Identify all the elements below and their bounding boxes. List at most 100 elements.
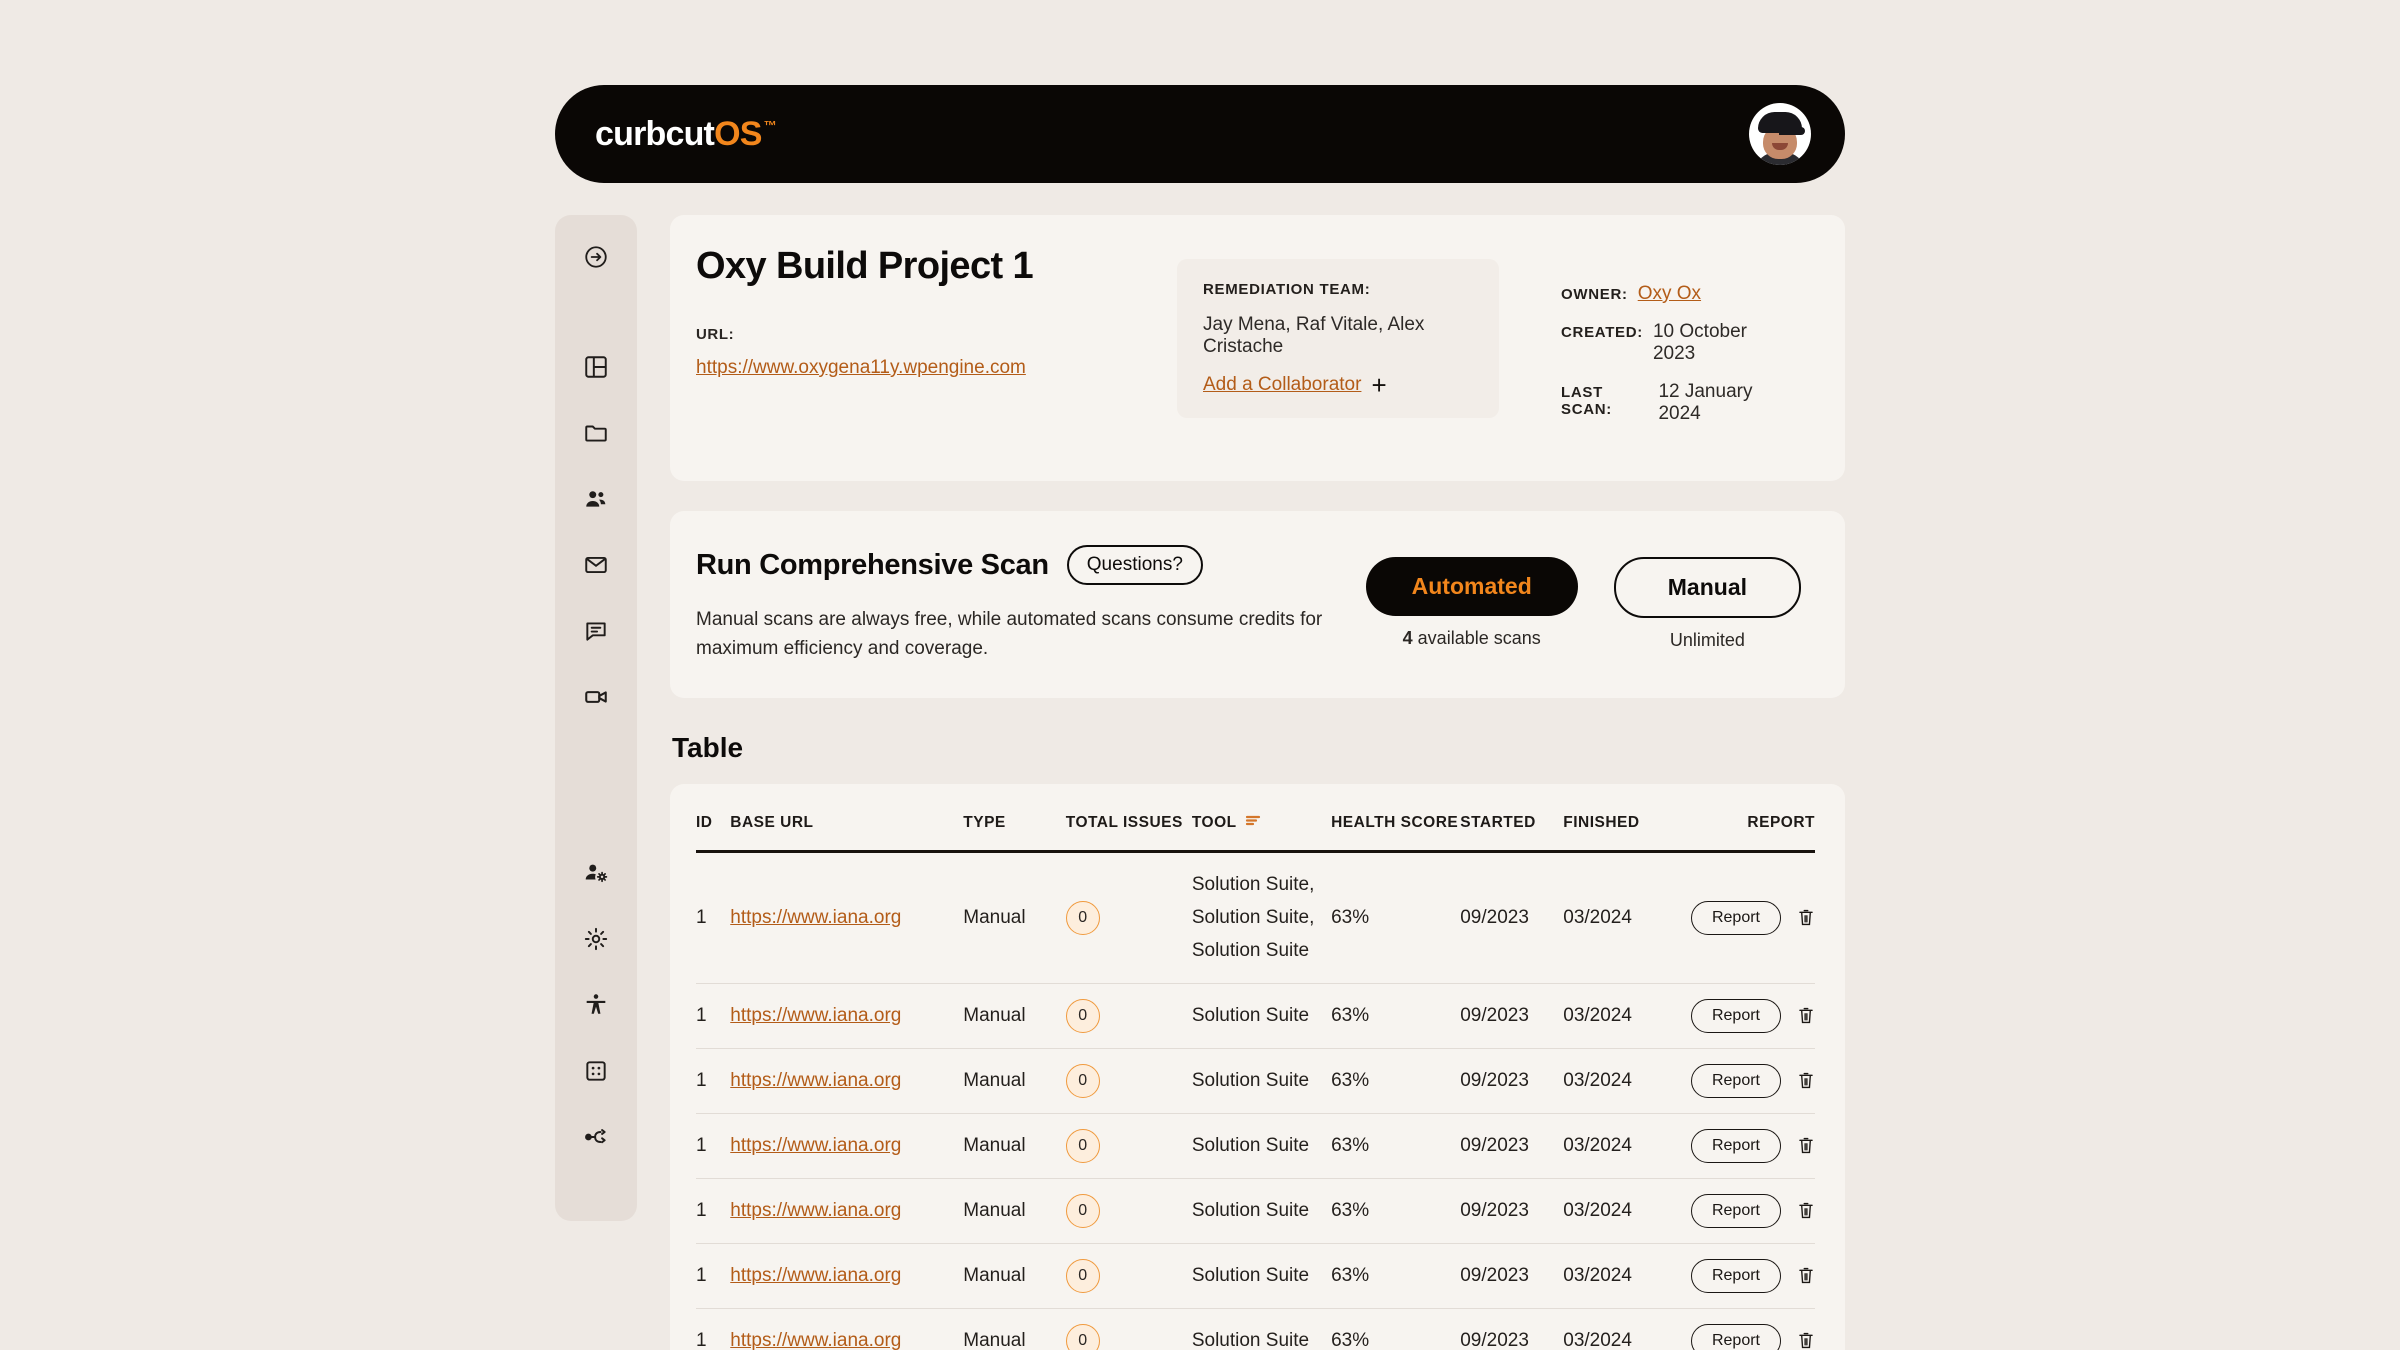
remediation-team-panel: REMEDIATION TEAM: Jay Mena, Raf Vitale, … — [1177, 259, 1499, 418]
cell-finished: 03/2024 — [1563, 983, 1691, 1049]
delete-icon[interactable] — [1797, 1136, 1815, 1155]
report-button[interactable]: Report — [1690, 998, 1781, 1033]
base-url-link[interactable]: https://www.iana.org — [730, 1200, 901, 1221]
cell-base-url: https://www.iana.org — [730, 1308, 964, 1350]
delete-icon[interactable] — [1797, 1071, 1815, 1090]
status-badge: 0 — [1065, 998, 1100, 1033]
last-scan-label: LAST SCAN: — [1561, 384, 1612, 418]
cell-report: Report — [1690, 1243, 1815, 1309]
sidebar-item-video[interactable] — [576, 677, 616, 717]
cell-finished: 03/2024 — [1563, 1178, 1691, 1244]
report-button[interactable]: Report — [1690, 1323, 1781, 1350]
cell-type: Manual — [963, 851, 1066, 984]
questions-button[interactable]: Questions? — [1066, 545, 1203, 585]
cell-report: Report — [1690, 1048, 1815, 1114]
table-row: 1 https://www.iana.org Manual 0 Solution Sui… — [696, 1113, 1815, 1179]
delete-icon[interactable] — [1797, 1006, 1815, 1025]
cell-type: Manual — [963, 1243, 1066, 1309]
scan-info: Run Comprehensive Scan Questions? Manual… — [696, 545, 1366, 664]
created-value: 10 October 2023 — [1652, 321, 1747, 364]
brand-logo[interactable]: curbcut OS ™ — [595, 114, 777, 154]
cell-total-issues: 0 — [1065, 1048, 1192, 1114]
trademark-symbol: ™ — [763, 117, 777, 133]
sidebar-item-accessibility[interactable] — [576, 985, 616, 1025]
sidebar-item-apps[interactable] — [576, 1051, 616, 1091]
table-row: 1 https://www.iana.org Manual 0 Solution Sui… — [696, 1308, 1815, 1350]
sidebar-item-user-settings[interactable] — [576, 853, 616, 893]
table-heading: Table — [672, 731, 744, 763]
sidebar — [555, 215, 637, 1221]
scan-title: Run Comprehensive Scan — [696, 548, 1049, 581]
report-button[interactable]: Report — [1690, 900, 1781, 935]
scan-header: Run Comprehensive Scan Questions? — [696, 545, 1366, 585]
sidebar-item-users[interactable] — [576, 479, 616, 519]
sidebar-item-chat[interactable] — [576, 611, 616, 651]
status-badge: 0 — [1065, 1063, 1100, 1098]
automated-scan-count-number: 4 — [1402, 628, 1413, 649]
brand-suffix: OS — [714, 114, 762, 153]
cell-type: Manual — [963, 1178, 1066, 1244]
automated-scan-button[interactable]: Automated — [1365, 557, 1578, 617]
sidebar-item-dashboard[interactable] — [576, 347, 616, 387]
sidebar-item-go[interactable] — [576, 237, 616, 277]
sidebar-item-folder[interactable] — [576, 413, 616, 453]
project-url-label: URL: — [696, 326, 735, 343]
report-button[interactable]: Report — [1690, 1128, 1781, 1163]
report-button[interactable]: Report — [1690, 1258, 1781, 1293]
cell-total-issues: 0 — [1065, 1113, 1192, 1179]
base-url-link[interactable]: https://www.iana.org — [730, 1265, 901, 1286]
delete-icon[interactable] — [1797, 1266, 1815, 1285]
cell-base-url: https://www.iana.org — [730, 983, 964, 1049]
last-scan-row: LAST SCAN: 12 January 2024 — [1561, 381, 1785, 425]
manual-option: Manual Unlimited — [1613, 557, 1801, 651]
table-row: 1 https://www.iana.org Manual 0 Solution Sui… — [696, 1048, 1815, 1114]
column-header-started[interactable]: STARTED — [1460, 809, 1564, 853]
delete-icon[interactable] — [1797, 1331, 1815, 1350]
project-url-link[interactable]: https://www.oxygena11y.wpengine.com — [696, 357, 1026, 379]
cell-started: 09/2023 — [1460, 851, 1564, 984]
avatar-cap-brim — [1779, 127, 1805, 135]
cell-report: Report — [1690, 851, 1815, 984]
cell-finished: 03/2024 — [1563, 1048, 1691, 1114]
manual-scan-button[interactable]: Manual — [1613, 557, 1801, 619]
column-header-type[interactable]: TYPE — [963, 809, 1066, 853]
base-url-link[interactable]: https://www.iana.org — [730, 1005, 901, 1026]
cell-total-issues: 0 — [1065, 851, 1192, 984]
base-url-link[interactable]: https://www.iana.org — [730, 1070, 901, 1091]
sidebar-item-settings[interactable] — [576, 919, 616, 959]
cell-health-score: 63% — [1331, 851, 1461, 984]
sort-icon[interactable] — [1245, 814, 1261, 832]
base-url-link[interactable]: https://www.iana.org — [730, 907, 901, 928]
base-url-link[interactable]: https://www.iana.org — [730, 1135, 901, 1156]
owner-link[interactable]: Oxy Ox — [1638, 283, 1701, 305]
avatar[interactable] — [1749, 103, 1811, 165]
column-header-finished[interactable]: FINISHED — [1563, 809, 1691, 853]
cell-total-issues: 0 — [1065, 1308, 1192, 1350]
page-title: Oxy Build Project 1 — [696, 245, 1034, 287]
cell-id: 1 — [696, 1243, 731, 1309]
sidebar-item-mail[interactable] — [576, 545, 616, 585]
cell-total-issues: 0 — [1065, 1178, 1192, 1244]
delete-icon[interactable] — [1797, 908, 1815, 927]
column-header-id[interactable]: ID — [696, 809, 731, 853]
column-header-total-issues[interactable]: TOTAL ISSUES — [1065, 809, 1192, 853]
cell-type: Manual — [963, 983, 1066, 1049]
sidebar-item-integrations[interactable] — [576, 1117, 616, 1157]
report-button[interactable]: Report — [1690, 1193, 1781, 1228]
column-header-tool[interactable]: TOOL — [1191, 809, 1332, 853]
table-row: 1 https://www.iana.org Manual 0 Solution Sui… — [696, 1178, 1815, 1244]
plus-icon: + — [1371, 369, 1387, 400]
column-header-health-score[interactable]: HEALTH SCORE — [1331, 809, 1461, 853]
report-button[interactable]: Report — [1690, 1063, 1781, 1098]
status-badge: 0 — [1065, 1323, 1100, 1350]
created-row: CREATED: 10 October 2023 — [1561, 321, 1785, 365]
table-head: ID BASE URL TYPE TOTAL ISSUES TOOL HEALT… — [696, 809, 1815, 853]
column-header-base-url[interactable]: BASE URL — [730, 809, 964, 853]
cell-tool: Solution Suite — [1191, 1113, 1332, 1179]
base-url-link[interactable]: https://www.iana.org — [730, 1330, 901, 1350]
cell-id: 1 — [696, 851, 731, 984]
add-collaborator-button[interactable]: Add a Collaborator + — [1203, 369, 1473, 400]
scan-description: Manual scans are always free, while auto… — [696, 609, 1323, 660]
delete-icon[interactable] — [1797, 1201, 1815, 1220]
automated-scan-count-text: available scans — [1412, 628, 1541, 649]
